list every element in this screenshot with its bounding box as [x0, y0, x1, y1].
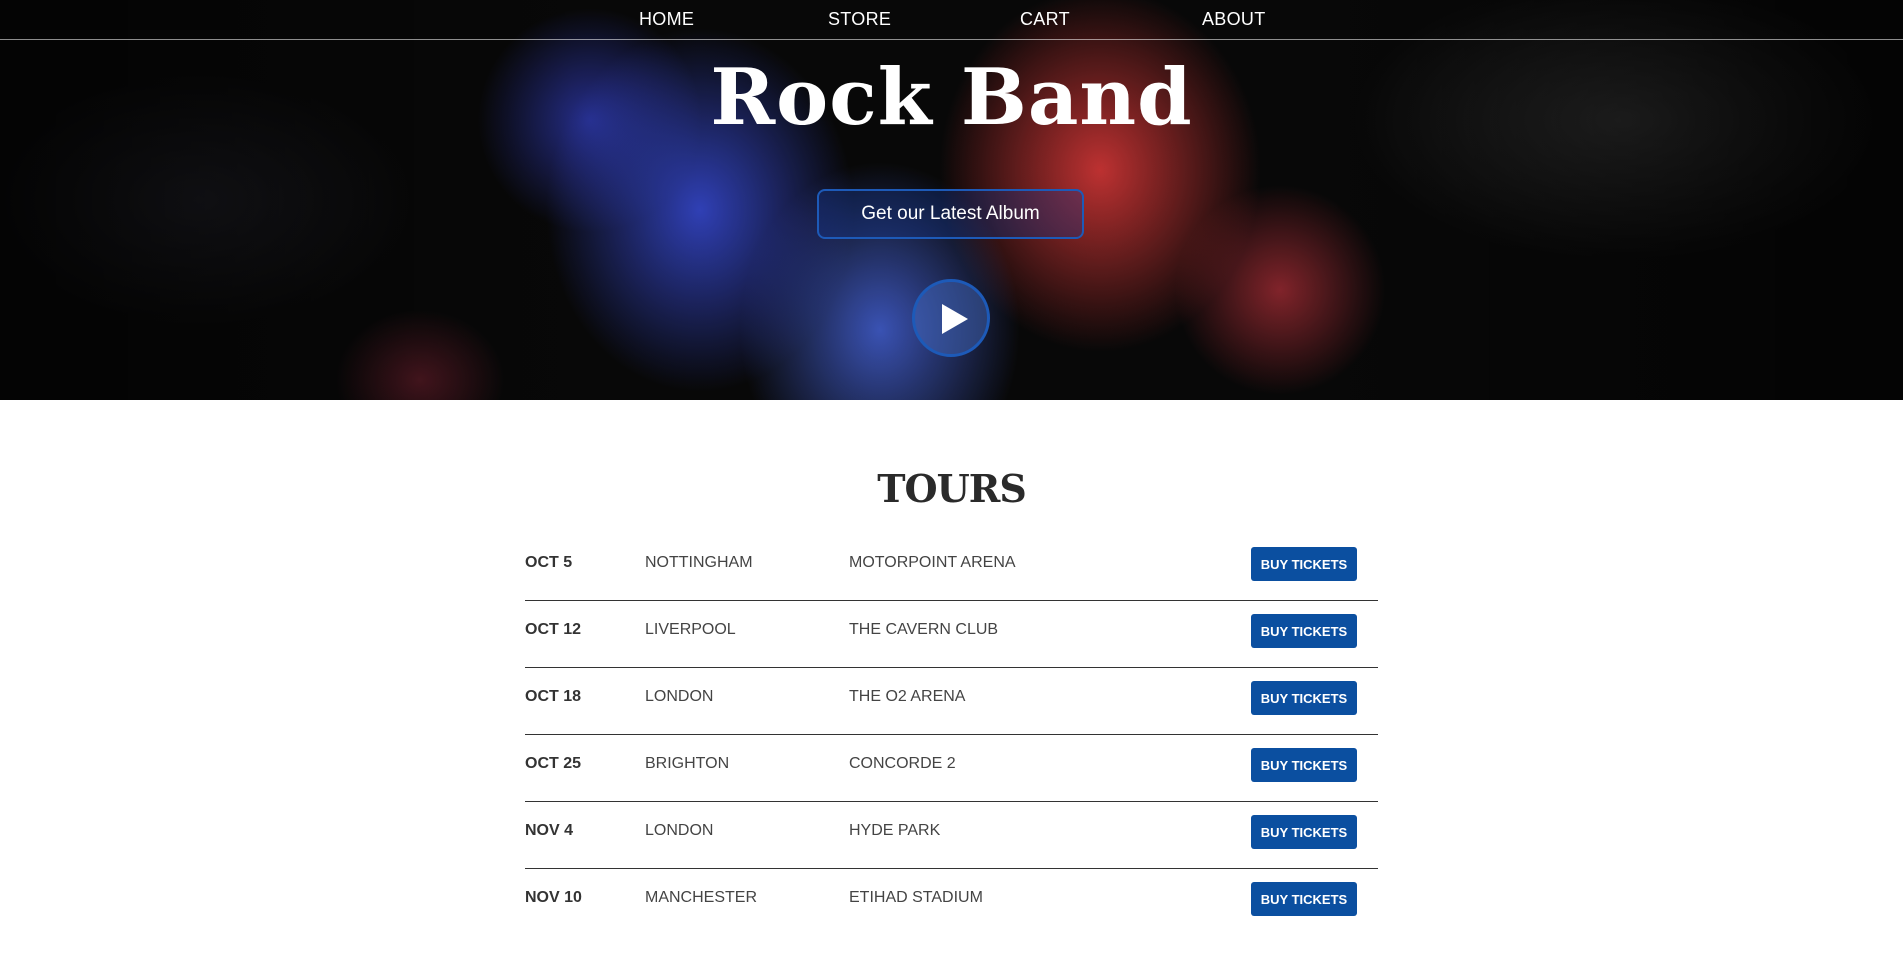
buy-tickets-button[interactable]: BUY TICKETS — [1251, 614, 1357, 648]
tour-list: OCT 5 NOTTINGHAM MOTORPOINT ARENA BUY TI… — [525, 534, 1378, 935]
tour-row: NOV 4 LONDON HYDE PARK BUY TICKETS — [525, 802, 1378, 869]
buy-tickets-button[interactable]: BUY TICKETS — [1251, 882, 1357, 916]
buy-tickets-button[interactable]: BUY TICKETS — [1251, 547, 1357, 581]
tour-city: MANCHESTER — [645, 889, 758, 906]
tour-city: LIVERPOOL — [645, 621, 736, 638]
tour-venue: THE CAVERN CLUB — [849, 621, 999, 638]
tour-venue: ETIHAD STADIUM — [849, 889, 983, 906]
tour-date: OCT 18 — [525, 688, 582, 705]
tour-date: OCT 12 — [525, 621, 582, 638]
tour-row: OCT 25 BRIGHTON CONCORDE 2 BUY TICKETS — [525, 735, 1378, 802]
buy-tickets-button[interactable]: BUY TICKETS — [1251, 815, 1357, 849]
tour-date: OCT 5 — [525, 554, 573, 571]
tour-venue: HYDE PARK — [849, 822, 941, 839]
hero-section: HOME STORE CART ABOUT Rock Band Get our … — [0, 0, 1903, 400]
tour-city: NOTTINGHAM — [645, 554, 753, 571]
tour-date: NOV 4 — [525, 822, 574, 839]
tour-city: LONDON — [645, 688, 714, 705]
play-icon — [942, 304, 968, 334]
tour-date: OCT 25 — [525, 755, 582, 772]
tour-city: LONDON — [645, 822, 714, 839]
nav-store-link[interactable]: STORE — [828, 9, 891, 30]
nav-home-link[interactable]: HOME — [639, 9, 694, 30]
tour-city: BRIGHTON — [645, 755, 730, 772]
tour-venue: THE O2 ARENA — [849, 688, 966, 705]
tour-row: NOV 10 MANCHESTER ETIHAD STADIUM BUY TIC… — [525, 869, 1378, 935]
tour-row: OCT 18 LONDON THE O2 ARENA BUY TICKETS — [525, 668, 1378, 735]
buy-tickets-button[interactable]: BUY TICKETS — [1251, 748, 1357, 782]
buy-tickets-button[interactable]: BUY TICKETS — [1251, 681, 1357, 715]
nav-about-link[interactable]: ABOUT — [1202, 9, 1266, 30]
band-title: Rock Band — [710, 52, 1193, 143]
top-nav: HOME STORE CART ABOUT — [0, 0, 1903, 40]
tour-venue: MOTORPOINT ARENA — [849, 554, 1016, 571]
tour-row: OCT 12 LIVERPOOL THE CAVERN CLUB BUY TIC… — [525, 601, 1378, 668]
tour-venue: CONCORDE 2 — [849, 755, 956, 772]
tour-row: OCT 5 NOTTINGHAM MOTORPOINT ARENA BUY TI… — [525, 534, 1378, 601]
nav-cart-link[interactable]: CART — [1020, 9, 1070, 30]
play-button[interactable] — [912, 279, 990, 357]
tours-heading: TOURS — [877, 466, 1027, 511]
latest-album-button[interactable]: Get our Latest Album — [817, 189, 1084, 239]
tour-date: NOV 10 — [525, 889, 582, 906]
